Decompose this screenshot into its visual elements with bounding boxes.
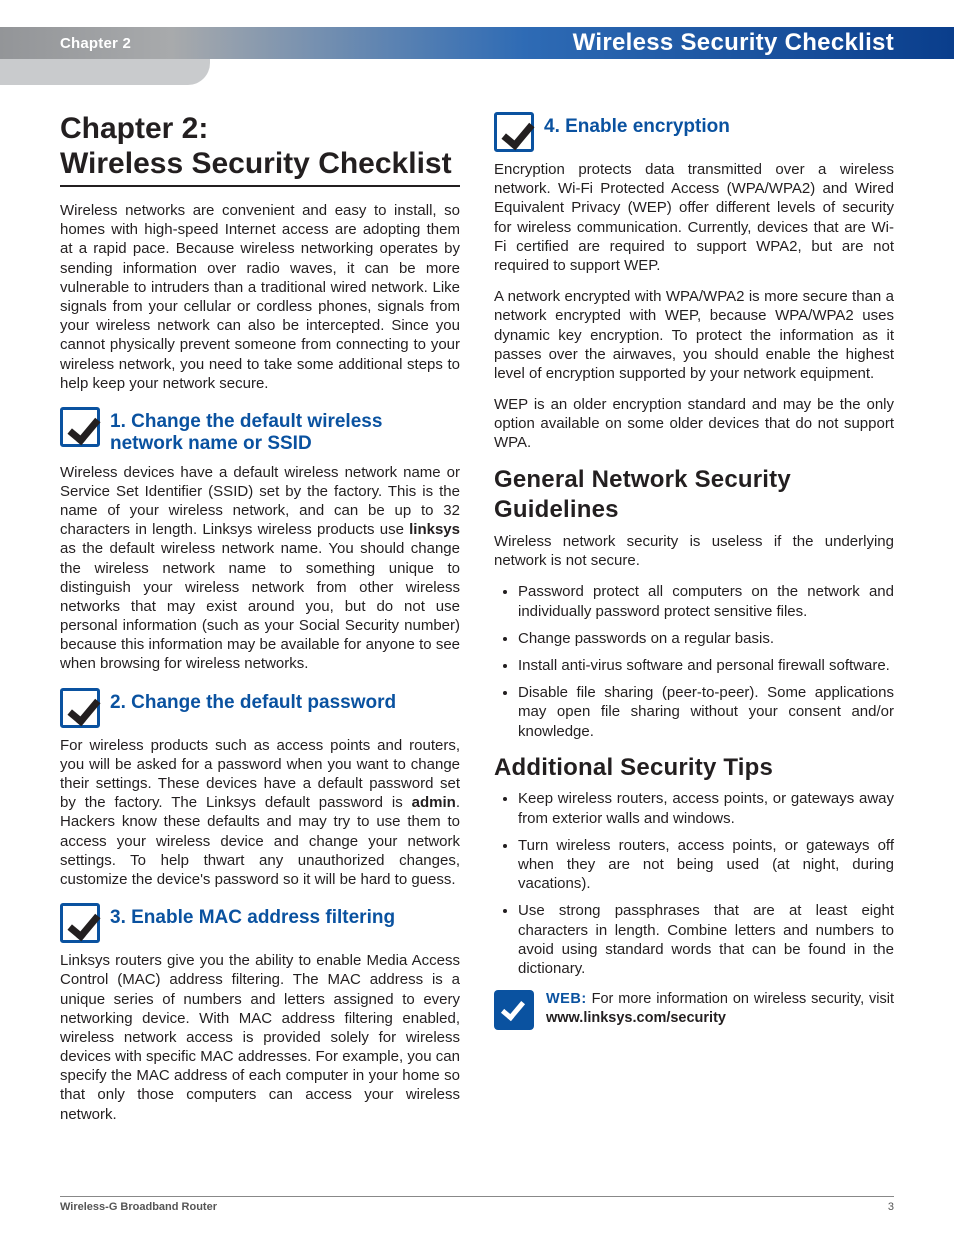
web-callout: WEB: For more information on wireless se…: [494, 990, 894, 1039]
checkmark-icon: [494, 112, 534, 152]
page-footer: Wireless-G Broadband Router 3: [60, 1196, 894, 1213]
header-tab-decoration: [0, 59, 210, 85]
header-chapter-label: Chapter 2: [0, 35, 131, 52]
section-4-para-3: WEP is an older encryption standard and …: [494, 395, 894, 453]
general-guidelines-heading: General Network Security Guidelines: [494, 465, 894, 526]
list-item: Install anti-virus software and personal…: [518, 656, 894, 675]
section-1-body-pre: Wireless devices have a default wireless…: [60, 464, 460, 539]
list-item: Use strong passphrases that are at least…: [518, 901, 894, 978]
checkmark-icon: [494, 990, 534, 1030]
section-2-body-pre: For wireless products such as access poi…: [60, 737, 460, 812]
list-item: Password protect all computers on the ne…: [518, 582, 894, 620]
general-guidelines-intro: Wireless network security is useless if …: [494, 532, 894, 570]
section-1-bold: linksys: [409, 521, 460, 538]
section-2-header: 2. Change the default password: [60, 688, 460, 728]
general-guidelines-list: Password protect all computers on the ne…: [494, 582, 894, 740]
section-3-title: 3. Enable MAC address filtering: [110, 907, 395, 929]
list-item: Disable file sharing (peer-to-peer). Som…: [518, 683, 894, 741]
section-4-header: 4. Enable encryption: [494, 112, 894, 152]
web-link: www.linksys.com/security: [546, 1010, 726, 1026]
section-2-title: 2. Change the default password: [110, 692, 396, 714]
section-3-header: 3. Enable MAC address filtering: [60, 903, 460, 943]
additional-tips-heading: Additional Security Tips: [494, 753, 894, 784]
checkmark-icon: [60, 688, 100, 728]
web-text: For more information on wireless securit…: [587, 991, 894, 1007]
list-item: Turn wireless routers, access points, or…: [518, 836, 894, 894]
footer-page-number: 3: [888, 1201, 894, 1213]
web-label: WEB:: [546, 991, 587, 1007]
section-1-body-post: as the default wireless network name. Yo…: [60, 540, 460, 672]
section-2-body: For wireless products such as access poi…: [60, 736, 460, 890]
section-3-body: Linksys routers give you the ability to …: [60, 951, 460, 1124]
section-4-para-1: Encryption protects data transmitted ove…: [494, 160, 894, 275]
chapter-heading: Chapter 2: Wireless Security Checklist: [60, 112, 460, 187]
checkmark-icon: [60, 407, 100, 447]
section-4-title: 4. Enable encryption: [544, 116, 730, 138]
additional-tips-list: Keep wireless routers, access points, or…: [494, 789, 894, 978]
section-1-header: 1. Change the default wireless network n…: [60, 407, 460, 455]
section-2-bold: admin: [412, 794, 456, 811]
section-4-para-2: A network encrypted with WPA/WPA2 is mor…: [494, 287, 894, 383]
list-item: Keep wireless routers, access points, or…: [518, 789, 894, 827]
header-title: Wireless Security Checklist: [573, 29, 954, 57]
page-header: Chapter 2 Wireless Security Checklist: [0, 27, 954, 59]
section-1-body: Wireless devices have a default wireless…: [60, 463, 460, 674]
section-1-title: 1. Change the default wireless network n…: [110, 411, 460, 455]
page-content: Chapter 2: Wireless Security Checklist W…: [60, 112, 894, 1185]
checkmark-icon: [60, 903, 100, 943]
intro-paragraph: Wireless networks are convenient and eas…: [60, 201, 460, 393]
footer-product-name: Wireless-G Broadband Router: [60, 1201, 217, 1213]
list-item: Change passwords on a regular basis.: [518, 629, 894, 648]
web-callout-text: WEB: For more information on wireless se…: [546, 990, 894, 1027]
